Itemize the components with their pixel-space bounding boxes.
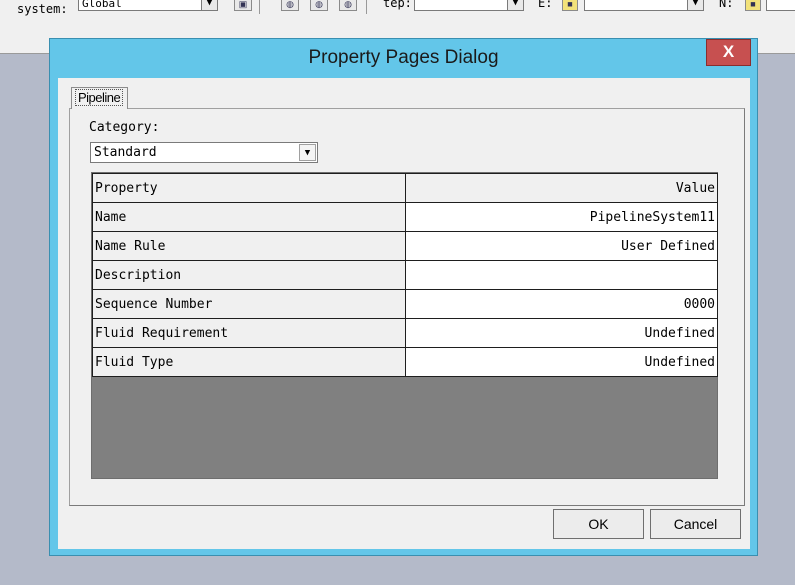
chevron-down-icon[interactable]: ▼ bbox=[507, 0, 523, 10]
ok-button[interactable]: OK bbox=[553, 509, 644, 539]
dialog-client-area: Pipeline Category: Standard ▼ Property V… bbox=[58, 78, 750, 549]
property-name-cell: Description bbox=[92, 260, 406, 290]
category-select-value: Standard bbox=[94, 145, 157, 160]
category-select[interactable]: Standard ▼ bbox=[90, 142, 318, 163]
property-pages-dialog: Property Pages Dialog X Pipeline Categor… bbox=[49, 38, 758, 556]
chevron-down-icon[interactable]: ▼ bbox=[201, 0, 217, 10]
lock-icon[interactable]: ■ bbox=[562, 0, 578, 11]
property-name-cell: Fluid Requirement bbox=[92, 318, 406, 348]
tool-icon-3[interactable]: ◍ bbox=[339, 0, 357, 11]
system-combo[interactable]: Global ▼ bbox=[78, 0, 218, 11]
property-value-cell[interactable]: PipelineSystem11 bbox=[405, 202, 718, 232]
property-name-cell: Name Rule bbox=[92, 231, 406, 261]
table-row: Name Rule User Defined bbox=[92, 231, 718, 261]
table-row: Name PipelineSystem11 bbox=[92, 202, 718, 232]
dialog-title: Property Pages Dialog bbox=[308, 47, 499, 68]
lock-icon[interactable]: ■ bbox=[745, 0, 761, 11]
table-row: Fluid Requirement Undefined bbox=[92, 318, 718, 348]
property-name-cell: Fluid Type bbox=[92, 347, 406, 377]
table-row: Description bbox=[92, 260, 718, 290]
column-header-property: Property bbox=[92, 173, 406, 203]
e-label: E: bbox=[538, 0, 553, 10]
cancel-button[interactable]: Cancel bbox=[650, 509, 741, 539]
e-combo[interactable]: ▼ bbox=[584, 0, 704, 11]
tab-pipeline[interactable]: Pipeline bbox=[71, 87, 128, 109]
property-value-cell[interactable]: Undefined bbox=[405, 347, 718, 377]
filter-icon[interactable]: ▣ bbox=[234, 0, 252, 11]
property-name-cell: Sequence Number bbox=[92, 289, 406, 319]
property-name-cell: Name bbox=[92, 202, 406, 232]
tool-icon-1[interactable]: ◍ bbox=[281, 0, 299, 11]
chevron-down-icon[interactable]: ▼ bbox=[687, 0, 703, 10]
tool-icon-2[interactable]: ◍ bbox=[310, 0, 328, 11]
column-header-value: Value bbox=[405, 173, 718, 203]
close-button[interactable]: X bbox=[706, 39, 751, 66]
system-label: system: bbox=[17, 2, 68, 16]
step-label: tep: bbox=[383, 0, 412, 10]
table-row: Fluid Type Undefined bbox=[92, 347, 718, 377]
property-grid: Property Value Name PipelineSystem11 Nam… bbox=[91, 172, 718, 479]
table-header-row: Property Value bbox=[92, 173, 718, 203]
step-combo[interactable]: ▼ bbox=[414, 0, 524, 11]
n-label: N: bbox=[719, 0, 734, 10]
table-row: Sequence Number 0000 bbox=[92, 289, 718, 319]
n-combo[interactable] bbox=[766, 0, 795, 11]
toolbar-divider bbox=[366, 0, 367, 14]
property-value-cell[interactable] bbox=[405, 260, 718, 290]
category-label: Category: bbox=[89, 120, 160, 135]
toolbar-divider bbox=[259, 0, 260, 14]
tab-pipeline-label: Pipeline bbox=[75, 89, 124, 106]
property-value-cell[interactable]: User Defined bbox=[405, 231, 718, 261]
property-value-cell[interactable]: 0000 bbox=[405, 289, 718, 319]
property-table: Property Value Name PipelineSystem11 Nam… bbox=[92, 173, 718, 377]
tab-panel-pipeline: Category: Standard ▼ Property Value Name… bbox=[69, 108, 745, 506]
system-combo-value: Global bbox=[82, 0, 122, 10]
property-value-cell[interactable]: Undefined bbox=[405, 318, 718, 348]
chevron-down-icon[interactable]: ▼ bbox=[299, 144, 316, 161]
